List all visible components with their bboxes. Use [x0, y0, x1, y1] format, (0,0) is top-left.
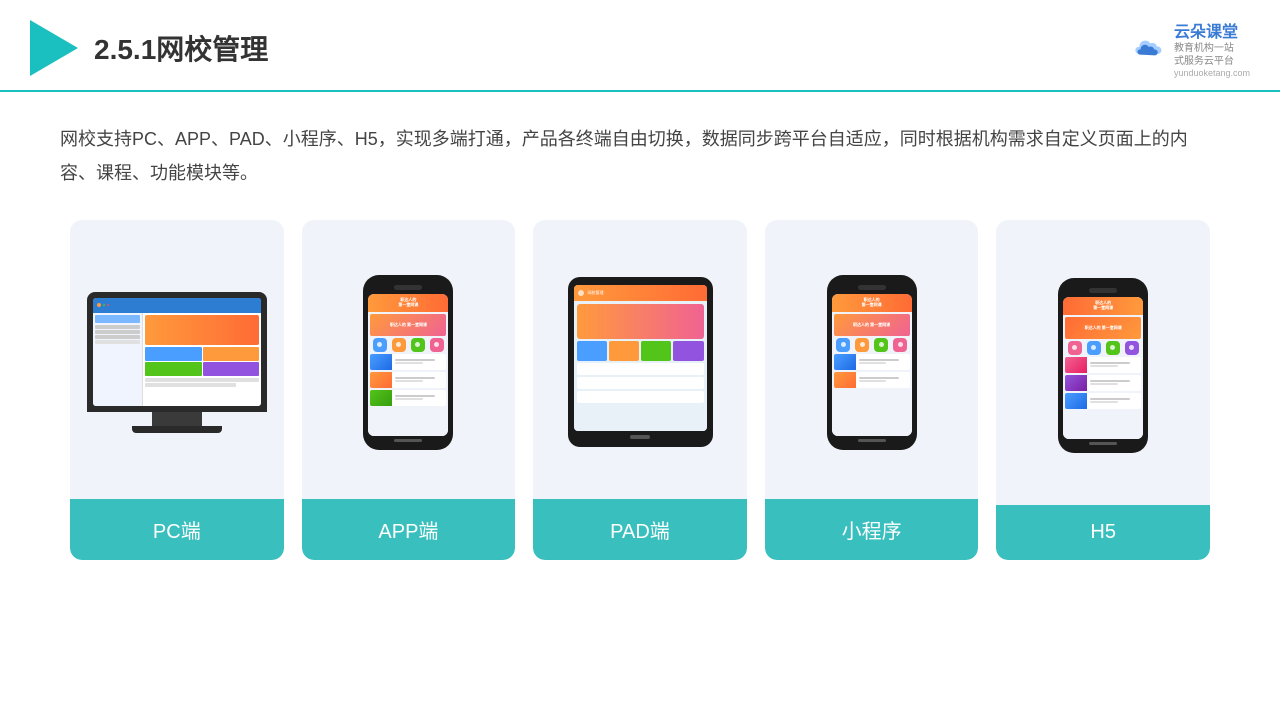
phone-home-bar-2	[858, 439, 886, 442]
h5-card-label: H5	[996, 505, 1210, 560]
monitor-screen	[93, 298, 261, 406]
app-card: 职达人的第一堂网课 职达人的 第一堂网课	[302, 220, 516, 560]
header-left: 2.5.1网校管理	[30, 20, 268, 76]
brand-name-text: 云朵课堂	[1174, 18, 1238, 42]
brand-url-text: yunduoketang.com	[1174, 68, 1250, 78]
pc-card: PC端	[70, 220, 284, 560]
phone-screen: 职达人的第一堂网课 职达人的 第一堂网课	[368, 294, 448, 436]
phone-home-bar	[394, 439, 422, 442]
pad-tablet-mockup: 网校管理	[568, 277, 713, 447]
phone-home-bar-3	[1089, 442, 1117, 445]
h5-phone-mockup: 职达人的第一堂网课 职达人的 第一堂网课	[1058, 278, 1148, 453]
monitor-stand	[152, 412, 202, 426]
main-content: 网校支持PC、APP、PAD、小程序、H5，实现多端打通，产品各终端自由切换，数…	[0, 92, 1280, 580]
brand-tag-text: 教育机构一站 式服务云平台	[1174, 42, 1234, 68]
logo-triangle-icon	[30, 20, 78, 76]
brand-logo: 云朵课堂 教育机构一站 式服务云平台 yunduoketang.com	[1124, 18, 1250, 78]
description-text: 网校支持PC、APP、PAD、小程序、H5，实现多端打通，产品各终端自由切换，数…	[60, 122, 1220, 190]
page-title: 2.5.1网校管理	[94, 28, 268, 68]
pc-monitor-mockup	[87, 292, 267, 433]
app-image-area: 职达人的第一堂网课 职达人的 第一堂网课	[302, 220, 516, 499]
miniprogram-image-area: 职达人的第一堂网课 职达人的 第一堂网课	[765, 220, 979, 499]
pc-card-label: PC端	[70, 499, 284, 560]
pad-image-area: 网校管理	[533, 220, 747, 499]
phone-notch	[394, 285, 422, 290]
miniprogram-phone-mockup: 职达人的第一堂网课 职达人的 第一堂网课	[827, 275, 917, 450]
app-card-label: APP端	[302, 499, 516, 560]
phone-screen-2: 职达人的第一堂网课 职达人的 第一堂网课	[832, 294, 912, 436]
h5-card: 职达人的第一堂网课 职达人的 第一堂网课	[996, 220, 1210, 560]
phone-notch-3	[1089, 288, 1117, 293]
tablet-screen: 网校管理	[574, 285, 707, 431]
brand-text: 云朵课堂 教育机构一站 式服务云平台 yunduoketang.com	[1174, 18, 1250, 78]
pc-image-area	[70, 220, 284, 499]
pad-card-label: PAD端	[533, 499, 747, 560]
header-right: 云朵课堂 教育机构一站 式服务云平台 yunduoketang.com	[1124, 18, 1250, 78]
monitor-base	[132, 426, 222, 433]
platform-cards-row: PC端 职达人的第一堂网课 职达人的 第一堂网课	[60, 220, 1220, 560]
page-header: 2.5.1网校管理 云朵课堂 教育机构一站 式服务云平台 yunduoketan…	[0, 0, 1280, 92]
monitor-outer	[87, 292, 267, 412]
h5-image-area: 职达人的第一堂网课 职达人的 第一堂网课	[996, 220, 1210, 505]
tablet-home-btn	[630, 435, 650, 439]
phone-screen-3: 职达人的第一堂网课 职达人的 第一堂网课	[1063, 297, 1143, 439]
miniprogram-card-label: 小程序	[765, 499, 979, 560]
miniprogram-card: 职达人的第一堂网课 职达人的 第一堂网课	[765, 220, 979, 560]
pad-card: 网校管理	[533, 220, 747, 560]
phone-notch-2	[858, 285, 886, 290]
app-phone-mockup: 职达人的第一堂网课 职达人的 第一堂网课	[363, 275, 453, 450]
cloud-icon	[1124, 33, 1168, 63]
